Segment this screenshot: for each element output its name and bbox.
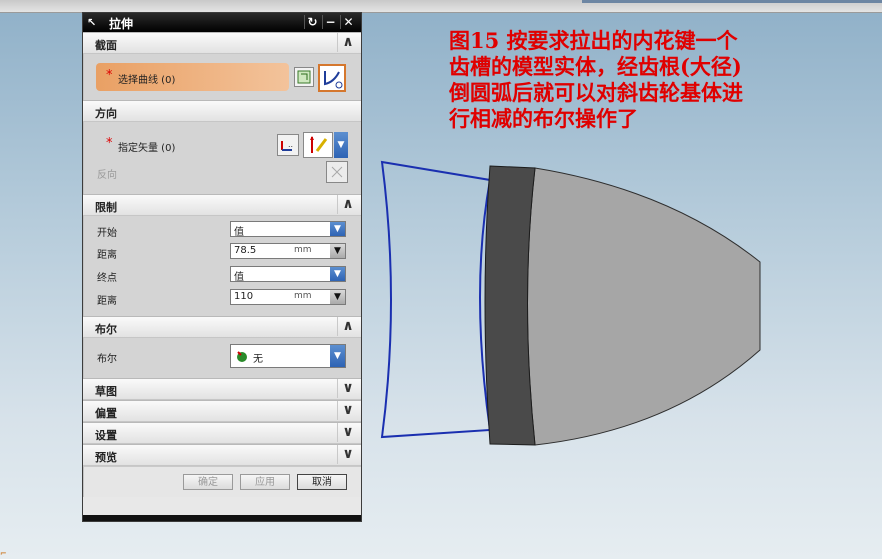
draft-header[interactable]: 草图 ∨ — [83, 378, 361, 400]
preview-header[interactable]: 预览 ∨ — [83, 444, 361, 466]
settings-title: 设置 — [95, 429, 117, 442]
collapse-icon[interactable]: ∧ — [337, 33, 358, 52]
offset-title: 偏置 — [95, 407, 117, 420]
boolean-label: 布尔 — [97, 354, 117, 365]
svg-text:..: .. — [288, 140, 293, 149]
annotation-line: 倒圆弧后就可以对斜齿轮基体进 — [449, 80, 743, 105]
specify-vector-label: 指定矢量 (0) — [118, 143, 176, 154]
distance-label: 距离 — [97, 296, 117, 307]
boolean-header[interactable]: 布尔 ∧ — [83, 316, 361, 338]
end-label: 终点 — [97, 273, 117, 284]
expand-icon[interactable]: ∨ — [337, 423, 358, 442]
section-body: * 选择曲线 (0) — [83, 54, 361, 100]
boolean-none-icon — [235, 349, 249, 363]
collapse-icon[interactable]: ∧ — [337, 195, 358, 214]
extrude-dialog: ↖ 拉伸 ↻ − ✕ 截面 ∧ * 选择曲线 (0) 方向 * 指定矢量 (0)… — [82, 12, 362, 522]
close-icon[interactable]: ✕ — [340, 15, 356, 29]
chevron-down-icon[interactable]: ▼ — [330, 290, 345, 304]
chevron-down-icon[interactable]: ▼ — [330, 267, 345, 281]
limits-title: 限制 — [95, 201, 117, 214]
section-header[interactable]: 截面 ∧ — [83, 32, 361, 54]
apply-button[interactable]: 应用 — [240, 474, 290, 490]
solid-body-light[interactable] — [527, 167, 761, 446]
boolean-select[interactable]: 无 ▼ — [230, 344, 346, 368]
direction-body: * 指定矢量 (0) .. ▼ 反向 — [83, 122, 361, 194]
collapse-icon[interactable]: ∧ — [337, 317, 358, 336]
dialog-title: 拉伸 — [109, 17, 134, 31]
limits-header[interactable]: 限制 ∧ — [83, 194, 361, 216]
solid-body-dark-face[interactable] — [484, 165, 536, 446]
annotation-line: 齿槽的模型实体，经齿根(大径) — [449, 54, 742, 79]
start-distance-value: 78.5 — [234, 245, 257, 256]
dialog-titlebar[interactable]: ↖ 拉伸 ↻ − ✕ — [83, 13, 361, 32]
annotation-line: 图15 按要求拉出的内花键一个 — [449, 28, 738, 53]
start-distance-field[interactable]: 78.5 mm ▼ — [230, 243, 346, 259]
distance-label: 距离 — [97, 250, 117, 261]
vector-dropdown-icon[interactable]: ▼ — [334, 132, 348, 158]
end-distance-value: 110 — [234, 291, 254, 302]
settings-header[interactable]: 设置 ∨ — [83, 422, 361, 444]
reverse-direction-button[interactable] — [326, 161, 348, 183]
chevron-down-icon[interactable]: ▼ — [330, 345, 345, 367]
offset-header[interactable]: 偏置 ∨ — [83, 400, 361, 422]
annotation-text: 图15 按要求拉出的内花键一个 齿槽的模型实体，经齿根(大径) 倒圆弧后就可以对… — [449, 28, 869, 132]
extrude-icon: ↖ — [87, 16, 97, 29]
corner-mark: ⌐ — [0, 549, 7, 558]
start-value: 值 — [234, 227, 244, 238]
vector-type-icon[interactable] — [303, 132, 333, 158]
start-label: 开始 — [97, 228, 117, 239]
vector-dialog-icon[interactable]: .. — [277, 134, 299, 156]
limits-body: 开始 值 ▼ 距离 78.5 mm ▼ 终点 值 ▼ 距离 110 mm ▼ — [83, 216, 361, 316]
reverse-label: 反向 — [97, 170, 117, 181]
select-curve-label: 选择曲线 (0) — [118, 75, 176, 86]
expand-icon[interactable]: ∨ — [337, 379, 358, 398]
unit-label: mm — [294, 291, 312, 301]
toolbar-accent — [582, 0, 882, 3]
section-title: 截面 — [95, 39, 117, 52]
annotation-line: 行相减的布尔操作了 — [449, 106, 638, 131]
boolean-value: 无 — [253, 354, 263, 365]
end-distance-field[interactable]: 110 mm ▼ — [230, 289, 346, 305]
section-curve-outline[interactable] — [380, 160, 492, 439]
unit-label: mm — [294, 245, 312, 255]
ok-button[interactable]: 确定 — [183, 474, 233, 490]
end-value: 值 — [234, 272, 244, 283]
cancel-button[interactable]: 取消 — [297, 474, 347, 490]
boolean-body: 布尔 无 ▼ — [83, 338, 361, 378]
required-icon: * — [106, 136, 113, 151]
start-select[interactable]: 值 ▼ — [230, 221, 346, 238]
dialog-bottom-bar — [83, 515, 361, 521]
expand-icon[interactable]: ∨ — [337, 445, 358, 464]
direction-title: 方向 — [95, 107, 117, 120]
preview-title: 预览 — [95, 451, 117, 464]
boolean-title: 布尔 — [95, 323, 117, 336]
required-icon: * — [106, 68, 113, 83]
model-viewport[interactable] — [370, 150, 770, 450]
chevron-down-icon[interactable]: ▼ — [330, 244, 345, 258]
direction-header[interactable]: 方向 — [83, 100, 361, 122]
end-select[interactable]: 值 ▼ — [230, 266, 346, 283]
draft-title: 草图 — [95, 385, 117, 398]
minimize-icon[interactable]: − — [322, 15, 338, 29]
dialog-footer: 确定 应用 取消 — [83, 466, 361, 497]
chevron-down-icon[interactable]: ▼ — [330, 222, 345, 236]
expand-icon[interactable]: ∨ — [337, 401, 358, 420]
reset-icon[interactable]: ↻ — [304, 15, 320, 29]
curve-select-icon[interactable] — [318, 64, 346, 92]
sketch-section-icon[interactable] — [294, 67, 314, 87]
